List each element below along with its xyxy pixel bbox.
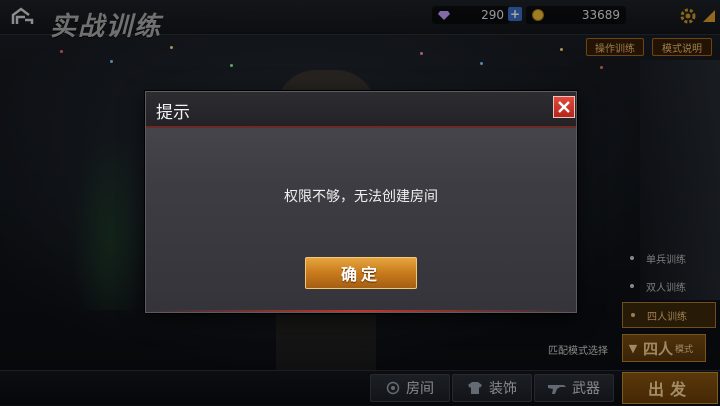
dialog-divider xyxy=(146,310,576,312)
dialog-message: 权限不够，无法创建房间 xyxy=(284,189,438,205)
dialog-header: 提示 xyxy=(146,92,576,128)
dialog-title: 提示 xyxy=(156,103,190,123)
close-button[interactable] xyxy=(553,96,575,118)
close-icon xyxy=(558,101,570,113)
alert-dialog: 提示 权限不够，无法创建房间 确定 xyxy=(145,91,577,313)
confirm-button[interactable]: 确定 xyxy=(305,257,417,289)
